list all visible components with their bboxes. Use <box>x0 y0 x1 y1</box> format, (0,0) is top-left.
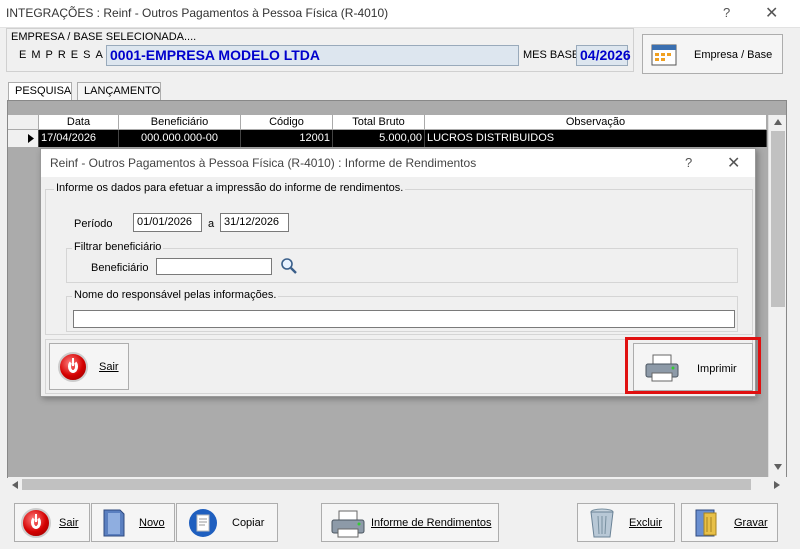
window-title: INTEGRAÇÕES : Reinf - Outros Pagamentos … <box>6 6 389 20</box>
new-document-icon <box>103 509 125 537</box>
bottom-toolbar: Sair Novo Copiar Informe de Rendimentos <box>8 494 788 549</box>
dialog-title: Reinf - Outros Pagamentos à Pessoa Físic… <box>50 156 477 170</box>
cell-codigo: 12001 <box>241 130 333 147</box>
dialog-help-icon[interactable]: ? <box>685 155 692 170</box>
copiar-button[interactable]: Copiar <box>176 503 278 542</box>
empresa-base-panel: EMPRESA / BASE SELECIONADA.... EMPRESA 0… <box>6 28 634 72</box>
beneficiario-label: Beneficiário <box>91 262 149 274</box>
empresa-base-label: EMPRESA / BASE SELECIONADA.... <box>11 31 197 43</box>
scroll-up-icon[interactable] <box>773 118 783 126</box>
responsavel-input[interactable] <box>73 310 735 328</box>
empresa-label: EMPRESA <box>19 49 108 61</box>
tab-lancamento[interactable]: LANÇAMENTO <box>77 82 161 101</box>
novo-button[interactable]: Novo <box>91 503 175 542</box>
save-folder-icon <box>695 509 717 537</box>
sair-label: Sair <box>59 517 79 529</box>
column-header-observacao[interactable]: Observação <box>425 115 767 130</box>
responsavel-group: Nome do responsável pelas informações. <box>66 289 738 332</box>
dialog-title-bar: Reinf - Outros Pagamentos à Pessoa Físic… <box>41 149 755 177</box>
dialog-sair-label: Sair <box>99 361 119 373</box>
cell-data: 17/04/2026 <box>39 130 119 147</box>
column-header-codigo[interactable]: Código <box>241 115 333 130</box>
filtrar-beneficiario-group: Filtrar beneficiário Beneficiário <box>66 241 738 283</box>
novo-label: Novo <box>139 517 165 529</box>
scroll-down-icon[interactable] <box>773 463 783 471</box>
power-icon <box>21 508 51 538</box>
mes-base-label: MES BASE <box>523 49 580 61</box>
calendar-icon <box>651 44 677 66</box>
vertical-scrollbar[interactable] <box>768 115 786 477</box>
empresa-field: 0001-EMPRESA MODELO LTDA <box>106 45 519 66</box>
periodo-end-input[interactable]: 31/12/2026 <box>220 213 289 232</box>
scroll-left-icon[interactable] <box>11 480 19 490</box>
responsavel-legend: Nome do responsável pelas informações. <box>72 289 279 301</box>
column-header-beneficiario[interactable]: Beneficiário <box>119 115 241 130</box>
periodo-label: Período <box>74 218 113 230</box>
cell-total-bruto: 5.000,00 <box>333 130 425 147</box>
informe-rendimentos-button[interactable]: Informe de Rendimentos <box>321 503 499 542</box>
instructions-text: Informe os dados para efetuar a impressã… <box>54 182 406 194</box>
power-icon <box>58 352 88 382</box>
copy-icon <box>189 509 217 537</box>
cell-observacao: LUCROS DISTRIBUIDOS <box>425 130 767 147</box>
empresa-base-button-label: Empresa / Base <box>694 49 773 61</box>
beneficiario-input[interactable] <box>156 258 272 275</box>
sair-button[interactable]: Sair <box>14 503 90 542</box>
mes-base-field: 04/2026 <box>576 45 631 66</box>
row-indicator-icon <box>8 130 39 147</box>
cell-beneficiario: 000.000.000-00 <box>119 130 241 147</box>
tab-pesquisa[interactable]: PESQUISA <box>8 82 72 101</box>
copiar-label: Copiar <box>232 517 265 529</box>
table-row[interactable]: 17/04/2026 000.000.000-00 12001 5.000,00… <box>8 130 767 147</box>
grid-header: Data Beneficiário Código Total Bruto Obs… <box>8 115 767 130</box>
excluir-label: Excluir <box>629 517 663 529</box>
column-header-total-bruto[interactable]: Total Bruto <box>333 115 425 130</box>
dialog-close-icon[interactable]: ✕ <box>727 153 740 173</box>
trash-icon <box>590 508 614 538</box>
horizontal-scroll-thumb[interactable] <box>22 479 751 490</box>
dialog-sair-button[interactable]: Sair <box>49 343 129 390</box>
filtrar-beneficiario-legend: Filtrar beneficiário <box>72 241 164 253</box>
vertical-scroll-thumb[interactable] <box>771 131 785 307</box>
grid-header-indicator <box>8 115 39 130</box>
gravar-button[interactable]: Gravar <box>681 503 778 542</box>
window-title-bar: INTEGRAÇÕES : Reinf - Outros Pagamentos … <box>0 0 800 28</box>
empresa-base-button[interactable]: Empresa / Base <box>642 34 783 74</box>
close-icon[interactable]: ✕ <box>765 3 778 23</box>
gravar-label: Gravar <box>734 517 768 529</box>
scroll-right-icon[interactable] <box>773 480 781 490</box>
informe-rendimentos-label: Informe de Rendimentos <box>371 517 492 529</box>
help-icon[interactable]: ? <box>723 5 730 20</box>
periodo-start-input[interactable]: 01/01/2026 <box>133 213 202 232</box>
printer-icon <box>331 510 365 538</box>
imprimir-highlight-box <box>625 337 761 394</box>
search-icon[interactable] <box>279 257 299 275</box>
excluir-button[interactable]: Excluir <box>577 503 675 542</box>
column-header-data[interactable]: Data <box>39 115 119 130</box>
horizontal-scrollbar[interactable] <box>8 477 787 492</box>
periodo-separator: a <box>208 218 215 230</box>
informe-fieldset: Informe os dados para efetuar a impressã… <box>45 182 753 335</box>
